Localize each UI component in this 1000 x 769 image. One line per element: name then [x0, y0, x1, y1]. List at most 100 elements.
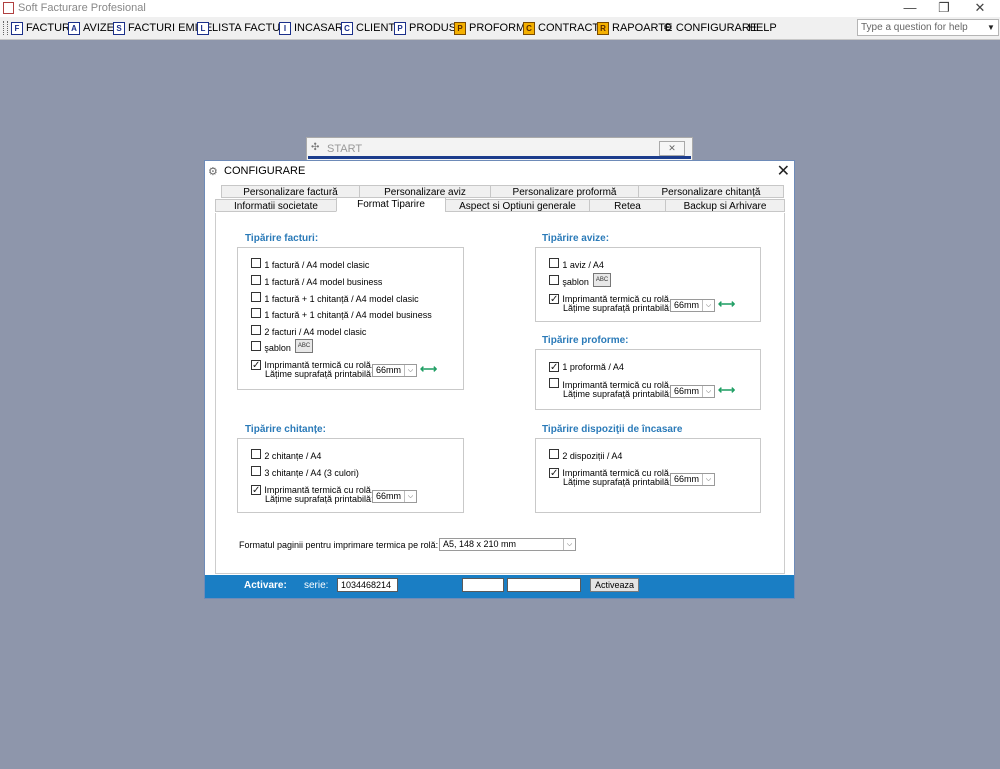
- activation-label: Activare:: [244, 580, 287, 591]
- menu-lista-facturi[interactable]: L LISTA FACTURI: [197, 20, 291, 36]
- dispozitii-heading: Tipărire dispoziţii de încasare: [542, 424, 683, 435]
- width-label: Lățime suprafață printabilă:: [563, 389, 672, 399]
- facturi-emise-icon: S: [113, 21, 125, 35]
- menu-facturi[interactable]: F FACTURI: [11, 20, 73, 36]
- format-roll-dropdown[interactable]: A5, 148 x 210 mm ⌵: [439, 538, 576, 551]
- checkbox[interactable]: [251, 292, 261, 302]
- checkbox[interactable]: [251, 258, 261, 268]
- checkbox[interactable]: [549, 275, 559, 285]
- chevron-down-icon: ⌵: [563, 539, 575, 550]
- checkbox[interactable]: [251, 466, 261, 476]
- facturi-option-1[interactable]: 1 factură / A4 model clasic: [251, 257, 369, 271]
- chevron-down-icon: ⌵: [702, 474, 714, 485]
- gears-icon: ⚙: [663, 22, 673, 34]
- menu-incasari[interactable]: I INCASARI: [279, 20, 346, 36]
- activation-code-input-2[interactable]: [507, 578, 581, 592]
- chitante-option-2[interactable]: 3 chitanțe / A4 (3 culori): [251, 465, 359, 479]
- width-label: Lățime suprafață printabilă:: [265, 369, 374, 379]
- app-titlebar: Soft Facturare Profesional — ❐ ✕: [0, 0, 1000, 17]
- avize-icon: A: [68, 21, 80, 35]
- activation-code-input-1[interactable]: [462, 578, 504, 592]
- dialog-title: CONFIGURARE: [224, 165, 306, 177]
- help-search-input[interactable]: Type a question for help ▼: [857, 19, 999, 36]
- minimize-icon[interactable]: —: [893, 0, 927, 17]
- facturi-heading: Tipărire facturi:: [245, 233, 319, 244]
- avize-option-sablon[interactable]: şablon: [549, 274, 589, 288]
- checkbox-checked[interactable]: ✓: [549, 468, 559, 479]
- avize-heading: Tipărire avize:: [542, 233, 610, 244]
- double-arrow-icon: ⟷: [718, 383, 736, 397]
- serie-input[interactable]: 1034468214: [337, 578, 398, 592]
- facturi-option-3[interactable]: 1 factură + 1 chitanță / A4 model clasic: [251, 291, 419, 305]
- checkbox[interactable]: [251, 325, 261, 335]
- width-label: Lățime suprafață printabilă:: [265, 494, 374, 504]
- checkbox[interactable]: [251, 308, 261, 318]
- chevron-down-icon: ⌵: [702, 300, 714, 311]
- proforme-icon: P: [454, 21, 466, 35]
- double-arrow-icon: ⟷: [420, 362, 438, 376]
- facturi-option-5[interactable]: 2 facturi / A4 model clasic: [251, 324, 366, 338]
- menu-produse[interactable]: P PRODUSE: [394, 20, 463, 36]
- checkbox[interactable]: [549, 449, 559, 459]
- tab-backup-arhivare[interactable]: Backup si Arhivare: [665, 199, 785, 212]
- template-button[interactable]: ABC: [295, 339, 313, 353]
- restore-icon[interactable]: ❐: [927, 0, 961, 17]
- menu-proforme[interactable]: P PROFORME: [454, 20, 533, 36]
- close-icon[interactable]: ✕: [963, 0, 997, 17]
- checkbox-checked[interactable]: ✓: [549, 294, 559, 305]
- configurare-dialog: ⚙ CONFIGURARE ✕ Personalizare factură Pe…: [204, 160, 795, 599]
- start-window-header-bar: [308, 156, 691, 159]
- activate-button[interactable]: Activeaza: [590, 578, 639, 592]
- width-label: Lățime suprafață printabilă:: [563, 477, 672, 487]
- width-dropdown[interactable]: 66mm ⌵: [372, 490, 417, 503]
- menu-configurare[interactable]: ⚙ CONFIGURARE: [663, 20, 757, 36]
- toolbar-grip[interactable]: [3, 21, 8, 35]
- tab-informatii-societate[interactable]: Informatii societate: [215, 199, 337, 212]
- width-dropdown[interactable]: 66mm ⌵: [372, 364, 417, 377]
- tab-format-tiparire[interactable]: Format Tiparire: [336, 197, 446, 212]
- menu-contracte[interactable]: C CONTRACTE: [523, 20, 606, 36]
- format-roll-label: Formatul paginii pentru imprimare termic…: [239, 540, 439, 550]
- checkbox-checked[interactable]: ✓: [251, 485, 261, 496]
- facturi-option-4[interactable]: 1 factură + 1 chitanță / A4 model busine…: [251, 307, 432, 321]
- chevron-down-icon: ⌵: [702, 386, 714, 397]
- checkbox[interactable]: [549, 378, 559, 388]
- chevron-down-icon[interactable]: ▼: [985, 20, 997, 35]
- tab-personalizare-chitanta[interactable]: Personalizare chitanță: [638, 185, 784, 198]
- width-dropdown[interactable]: 66mm ⌵: [670, 473, 715, 486]
- menu-avize[interactable]: A AVIZE: [68, 20, 114, 36]
- proforme-option-1[interactable]: ✓ 1 proformă / A4: [549, 359, 624, 373]
- close-icon[interactable]: ✕: [777, 161, 790, 181]
- facturi-option-2[interactable]: 1 factură / A4 model business: [251, 274, 382, 288]
- app-icon: [3, 2, 14, 14]
- checkbox[interactable]: [251, 341, 261, 351]
- width-dropdown[interactable]: 66mm ⌵: [670, 385, 715, 398]
- chitante-option-1[interactable]: 2 chitanțe / A4: [251, 448, 321, 462]
- checkbox[interactable]: [549, 258, 559, 268]
- width-label: Lățime suprafață printabilă:: [563, 303, 672, 313]
- tab-retea[interactable]: Retea: [589, 199, 666, 212]
- menu-help[interactable]: HELP: [748, 20, 777, 36]
- menu-rapoarte[interactable]: R RAPOARTE: [597, 20, 672, 36]
- proforme-heading: Tipărire proforme:: [542, 335, 629, 346]
- facturi-option-sablon[interactable]: şablon: [251, 340, 291, 354]
- start-window-title: START: [327, 143, 363, 155]
- app-title: Soft Facturare Profesional: [18, 2, 146, 14]
- checkbox[interactable]: [251, 449, 261, 459]
- width-dropdown[interactable]: 66mm ⌵: [670, 299, 715, 312]
- avize-option-1[interactable]: 1 aviz / A4: [549, 257, 604, 271]
- template-button[interactable]: ABC: [593, 273, 611, 287]
- facturi-icon: F: [11, 21, 23, 35]
- double-arrow-icon: ⟷: [718, 297, 736, 311]
- menu-clienti[interactable]: C CLIENTI: [341, 20, 398, 36]
- checkbox-checked[interactable]: ✓: [251, 360, 261, 371]
- tab-aspect-optiuni[interactable]: Aspect si Optiuni generale: [445, 199, 590, 212]
- rapoarte-icon: R: [597, 21, 609, 35]
- lista-facturi-icon: L: [197, 21, 209, 35]
- close-icon[interactable]: ✕: [659, 141, 685, 156]
- chevron-down-icon: ⌵: [404, 491, 416, 502]
- checkbox[interactable]: [251, 275, 261, 285]
- tab-personalizare-proforma[interactable]: Personalizare proformă: [490, 185, 639, 198]
- checkbox-checked[interactable]: ✓: [549, 362, 559, 373]
- dispozitii-option-1[interactable]: 2 dispoziții / A4: [549, 448, 622, 462]
